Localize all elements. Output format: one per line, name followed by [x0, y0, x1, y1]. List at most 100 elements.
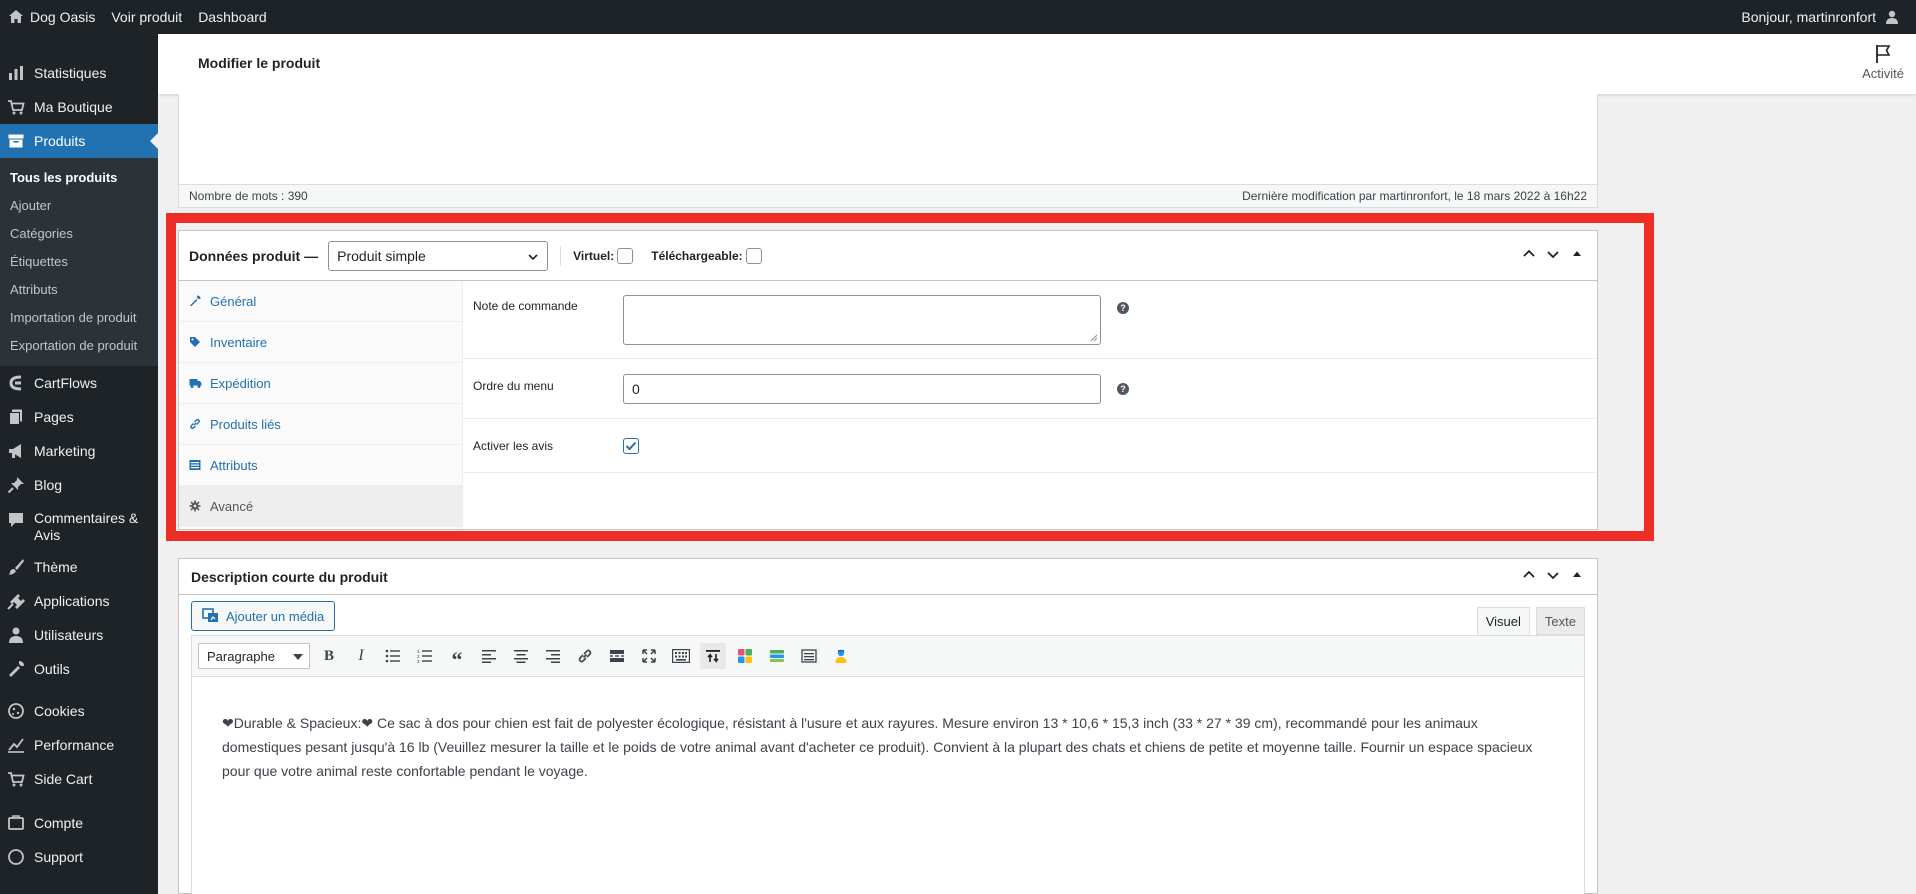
submenu-attributs[interactable]: Attributs — [0, 276, 158, 304]
site-home-link[interactable]: Dog Oasis — [0, 0, 103, 34]
downloadable-label: Téléchargeable: — [651, 248, 743, 263]
tab-inventaire[interactable]: Inventaire — [179, 322, 462, 363]
tab-visual[interactable]: Visuel — [1476, 607, 1530, 635]
collapse-toggle-icon[interactable] — [1569, 567, 1585, 586]
upload-download-icon[interactable] — [700, 643, 726, 669]
menu-label: Compte — [34, 815, 84, 831]
menu-pages[interactable]: Pages — [0, 400, 158, 434]
dropdown-arrow-icon — [293, 654, 303, 660]
menu-order-row: Ordre du menu 0 ? — [463, 359, 1597, 419]
table-icon[interactable] — [796, 643, 822, 669]
blocks-icon[interactable] — [732, 643, 758, 669]
move-down-icon[interactable] — [1545, 567, 1561, 586]
menu-compte[interactable]: Compte — [0, 806, 158, 840]
link-icon — [189, 418, 203, 430]
menu-label: Applications — [34, 593, 110, 609]
collapse-toggle-icon[interactable] — [1569, 246, 1585, 265]
order-note-row: Note de commande ? — [463, 281, 1597, 359]
submenu-etiquettes[interactable]: Étiquettes — [0, 248, 158, 276]
format-select[interactable]: Paragraphe — [198, 643, 310, 669]
user-shortcode-icon[interactable] — [828, 643, 854, 669]
short-description-header: Description courte du produit — [179, 559, 1597, 595]
add-media-label: Ajouter un média — [226, 608, 325, 624]
toolbar-toggle-icon[interactable] — [668, 643, 694, 669]
help-icon[interactable]: ? — [1117, 302, 1129, 314]
resize-handle-icon[interactable] — [1090, 334, 1098, 342]
user-avatar-icon — [1884, 9, 1900, 25]
align-left-icon[interactable] — [476, 643, 502, 669]
menu-utilisateurs[interactable]: Utilisateurs — [0, 618, 158, 652]
menu-statistiques[interactable]: Statistiques — [0, 56, 158, 90]
add-media-button[interactable]: Ajouter un média — [191, 601, 336, 631]
downloadable-checkbox[interactable] — [745, 247, 762, 264]
my-account-menu[interactable]: Bonjour, martinronfort — [1741, 9, 1916, 25]
align-center-icon[interactable] — [508, 643, 534, 669]
menu-ma-boutique[interactable]: Ma Boutique — [0, 90, 158, 124]
checkmark-icon — [625, 441, 637, 451]
menu-label: Thème — [34, 559, 78, 575]
virtual-checkbox[interactable] — [617, 247, 634, 264]
bold-icon[interactable]: B — [316, 643, 342, 669]
insert-link-icon[interactable] — [572, 643, 598, 669]
move-down-icon[interactable] — [1545, 246, 1561, 265]
menu-produits[interactable]: Produits — [0, 124, 158, 158]
tab-produits-lies[interactable]: Produits liés — [179, 404, 462, 445]
order-note-textarea[interactable] — [623, 295, 1101, 345]
align-right-icon[interactable] — [540, 643, 566, 669]
menu-applications[interactable]: Applications — [0, 584, 158, 618]
menu-support[interactable]: Support — [0, 840, 158, 874]
short-description-text: ❤Durable & Spacieux:❤ Ce sac à dos pour … — [222, 715, 1533, 779]
tab-general[interactable]: Général — [179, 281, 462, 322]
menu-performance[interactable]: Performance — [0, 728, 158, 762]
tab-attributs[interactable]: Attributs — [179, 445, 462, 486]
submenu-tous-les-produits[interactable]: Tous les produits — [0, 164, 158, 192]
menu-theme[interactable]: Thème — [0, 550, 158, 584]
editor-toolbar: Paragraphe B I 123 “ — [191, 635, 1585, 677]
user-icon — [6, 625, 26, 645]
short-description-content[interactable]: ❤Durable & Spacieux:❤ Ce sac à dos pour … — [191, 677, 1585, 894]
bullet-list-icon[interactable] — [380, 643, 406, 669]
submenu-importation[interactable]: Importation de produit — [0, 304, 158, 332]
tab-label: Avancé — [210, 498, 254, 514]
menu-blog[interactable]: Blog — [0, 468, 158, 502]
tab-label: Général — [210, 293, 257, 309]
menu-cartflows[interactable]: CartFlows — [0, 366, 158, 400]
tab-text[interactable]: Texte — [1535, 607, 1585, 635]
menu-marketing[interactable]: Marketing — [0, 434, 158, 468]
product-type-select[interactable]: Produit simple — [328, 240, 549, 271]
fullscreen-icon[interactable] — [636, 643, 662, 669]
menu-outils[interactable]: Outils — [0, 652, 158, 686]
short-description-box: Description courte du produit Ajouter un… — [178, 558, 1598, 894]
tab-avance[interactable]: Avancé — [179, 486, 462, 527]
admin-bar: Dog Oasis Voir produit Dashboard Bonjour… — [0, 0, 1916, 34]
help-icon[interactable]: ? — [1117, 383, 1129, 395]
submenu-ajouter[interactable]: Ajouter — [0, 192, 158, 220]
bar-chart-icon — [6, 63, 26, 83]
page-title: Modifier le produit — [198, 55, 321, 71]
menu-side-cart[interactable]: Side Cart — [0, 762, 158, 796]
italic-icon[interactable]: I — [348, 643, 374, 669]
menu-label: CartFlows — [34, 375, 98, 391]
layers-icon[interactable] — [764, 643, 790, 669]
submenu-categories[interactable]: Catégories — [0, 220, 158, 248]
home-icon — [8, 9, 24, 25]
menu-commentaires[interactable]: Commentaires & Avis — [0, 502, 158, 550]
dashboard-link[interactable]: Dashboard — [190, 0, 275, 34]
blockquote-icon[interactable]: “ — [444, 643, 470, 672]
menu-label: Statistiques — [34, 65, 107, 81]
view-product-link[interactable]: Voir produit — [103, 0, 190, 34]
enable-reviews-checkbox[interactable] — [623, 438, 639, 454]
tab-expedition[interactable]: Expédition — [179, 363, 462, 404]
submenu-exportation[interactable]: Exportation de produit — [0, 332, 158, 360]
product-data-title: Données produit — — [189, 247, 319, 264]
move-up-icon[interactable] — [1521, 246, 1537, 265]
numbered-list-icon[interactable]: 123 — [412, 643, 438, 669]
menu-order-input[interactable]: 0 — [623, 374, 1101, 404]
content-editor-area[interactable] — [178, 94, 1598, 186]
menu-label: Produits — [34, 133, 86, 149]
product-data-tabs: Général Inventaire Expédition Produits l… — [179, 281, 463, 529]
menu-cookies[interactable]: Cookies — [0, 694, 158, 728]
move-up-icon[interactable] — [1521, 567, 1537, 586]
activity-button[interactable]: Activité — [1862, 44, 1904, 81]
read-more-icon[interactable] — [604, 643, 630, 669]
